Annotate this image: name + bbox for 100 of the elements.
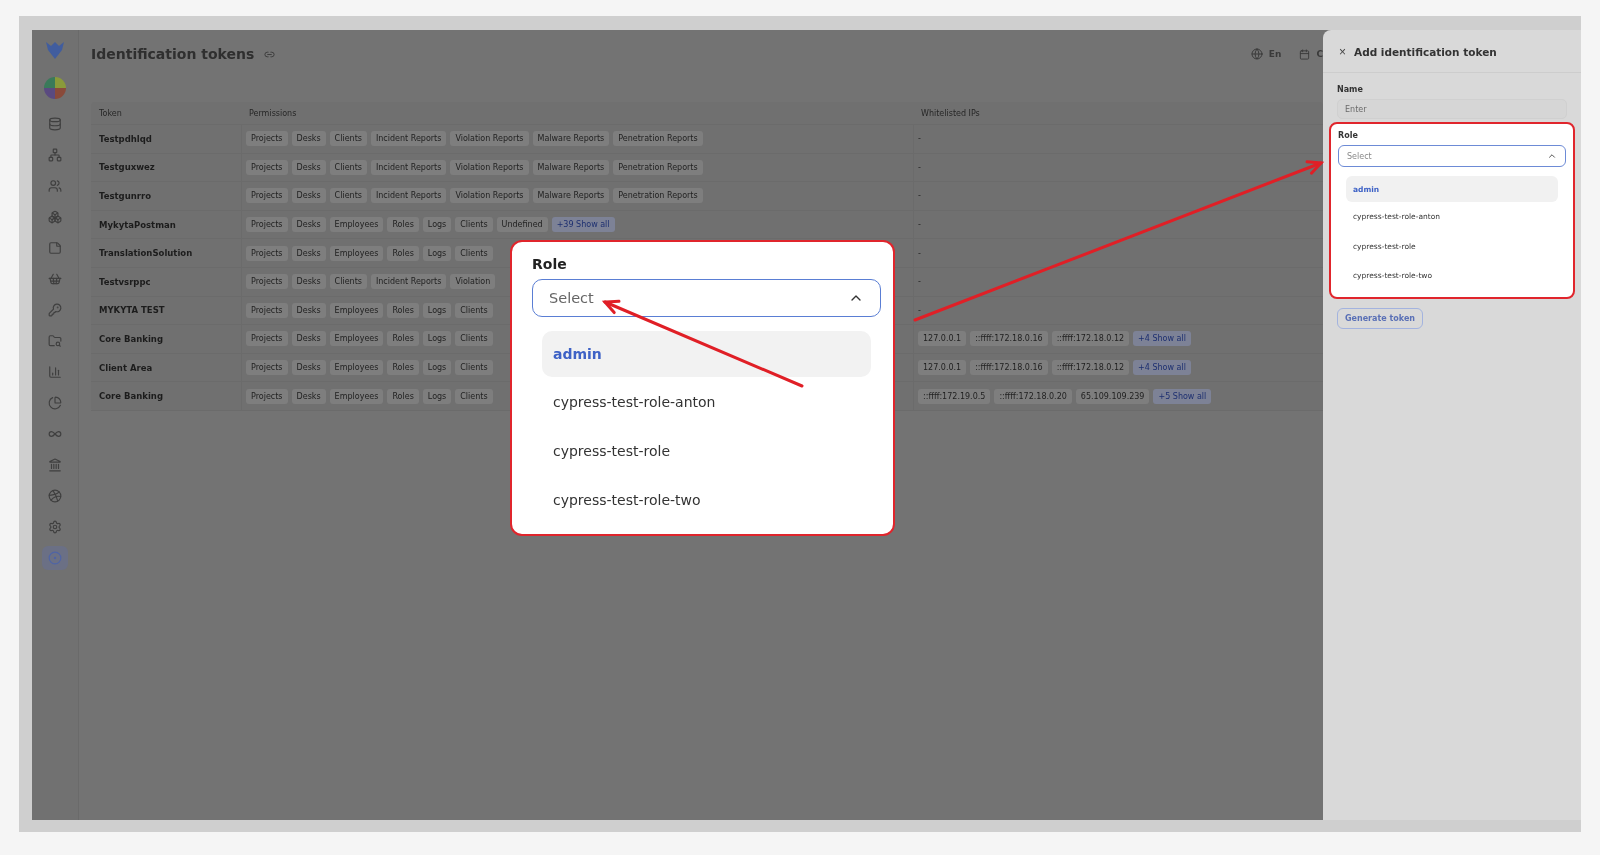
permission-tag: Employees bbox=[329, 302, 384, 318]
ip-tag: ::ffff:172.18.0.12 bbox=[1051, 331, 1130, 347]
role-select[interactable]: Select bbox=[532, 279, 881, 317]
show-all-link[interactable]: +5 Show all bbox=[1153, 388, 1212, 404]
permission-tag: Logs bbox=[422, 302, 452, 318]
permission-tag: Projects bbox=[246, 245, 288, 261]
permission-tag: Penetration Reports bbox=[613, 131, 703, 147]
permission-tag: Roles bbox=[387, 245, 419, 261]
circle-dot-icon bbox=[48, 551, 62, 565]
ip-value: - bbox=[918, 220, 921, 230]
globe-icon[interactable] bbox=[1250, 48, 1263, 60]
permission-tag: Desks bbox=[291, 245, 326, 261]
permission-tag: Clients bbox=[329, 159, 367, 175]
permission-tag: Malware Reports bbox=[532, 188, 610, 204]
permission-tag: Clients bbox=[329, 188, 367, 204]
permission-tag: Clients bbox=[455, 331, 493, 347]
close-button[interactable]: × bbox=[1339, 45, 1346, 59]
ip-value: - bbox=[918, 162, 921, 172]
permission-tag: Projects bbox=[246, 188, 288, 204]
permission-tag: Incident Reports bbox=[370, 131, 447, 147]
generate-token-button[interactable]: Generate token bbox=[1337, 307, 1424, 329]
permission-tag: Penetration Reports bbox=[613, 159, 703, 175]
token-name: Testvsrppc bbox=[98, 276, 152, 287]
ip-tag: ::ffff:172.18.0.16 bbox=[970, 360, 1048, 376]
permission-tag: Violation Reports bbox=[450, 159, 529, 175]
column-header: Permissions bbox=[248, 108, 298, 118]
role-option[interactable]: cypress-test-role bbox=[542, 426, 871, 475]
role-select[interactable]: Select bbox=[1338, 145, 1566, 167]
permission-tag: Roles bbox=[387, 388, 419, 404]
role-option[interactable]: cypress-test-role-anton bbox=[542, 377, 871, 426]
permission-tag: Projects bbox=[246, 302, 288, 318]
avatar-icon bbox=[44, 77, 66, 99]
column-header: Token bbox=[98, 108, 123, 118]
permission-tag: Malware Reports bbox=[532, 159, 610, 175]
permission-tag: Logs bbox=[422, 217, 452, 233]
key-icon bbox=[48, 303, 62, 317]
permission-tag: Projects bbox=[246, 159, 288, 175]
permission-tag: Roles bbox=[387, 331, 419, 347]
permission-tag: Desks bbox=[291, 188, 326, 204]
bank-icon bbox=[48, 458, 62, 472]
permission-tag: Clients bbox=[455, 360, 493, 376]
token-name: Testpdhlqd bbox=[98, 133, 153, 144]
permission-tag: Undefined bbox=[496, 217, 548, 233]
name-input[interactable]: Enter bbox=[1337, 99, 1567, 119]
ip-value: - bbox=[918, 277, 921, 287]
permission-tag: Projects bbox=[246, 274, 288, 290]
permission-tag: Penetration Reports bbox=[613, 188, 703, 204]
show-all-link[interactable]: +39 Show all bbox=[551, 217, 615, 233]
permission-tag: Logs bbox=[422, 245, 452, 261]
ball-icon bbox=[48, 489, 62, 503]
permission-tag: Employees bbox=[329, 331, 384, 347]
permission-tag: Roles bbox=[387, 217, 419, 233]
ip-tag: ::ffff:172.19.0.5 bbox=[918, 388, 991, 404]
basket-icon bbox=[48, 272, 62, 286]
permission-tag: Employees bbox=[329, 388, 384, 404]
permission-tag: Projects bbox=[246, 360, 288, 376]
role-option[interactable]: cypress-test-role-two bbox=[542, 475, 871, 524]
permission-tag: Incident Reports bbox=[370, 159, 447, 175]
page-title: Identification tokens bbox=[91, 46, 255, 62]
permission-tag: Desks bbox=[291, 302, 326, 318]
permission-tag: Logs bbox=[422, 331, 452, 347]
permission-tag: Desks bbox=[291, 360, 326, 376]
ip-value: - bbox=[918, 191, 921, 201]
show-all-link[interactable]: +4 Show all bbox=[1133, 331, 1191, 347]
token-name: MYKYTA TEST bbox=[98, 305, 166, 316]
drawer-title: Add identification token bbox=[1354, 46, 1497, 58]
ip-tag: 65.109.109.239 bbox=[1075, 388, 1150, 404]
folder-search-icon bbox=[48, 334, 62, 348]
ip-tag: ::ffff:172.18.0.16 bbox=[970, 331, 1048, 347]
token-name: TranslationSolution bbox=[98, 248, 194, 259]
token-name: Client Area bbox=[98, 362, 154, 373]
permission-tag: Desks bbox=[291, 159, 326, 175]
permission-tag: Violation Reports bbox=[450, 131, 529, 147]
permission-tag: Violation bbox=[450, 274, 496, 290]
permission-tag: Violation Reports bbox=[450, 188, 529, 204]
network-icon bbox=[48, 148, 62, 162]
permission-tag: Clients bbox=[455, 302, 493, 318]
token-name: Testguxwez bbox=[98, 162, 156, 173]
permission-tag: Desks bbox=[291, 217, 326, 233]
permission-tag: Roles bbox=[387, 360, 419, 376]
sidebar-item[interactable] bbox=[42, 546, 68, 570]
database-icon bbox=[48, 117, 62, 131]
role-option[interactable]: admin bbox=[542, 331, 871, 377]
show-all-link[interactable]: +4 Show all bbox=[1133, 360, 1191, 376]
permission-tag: Incident Reports bbox=[370, 188, 447, 204]
ip-tag: 127.0.0.1 bbox=[918, 360, 967, 376]
boxes-icon bbox=[48, 210, 62, 224]
pie-chart-icon bbox=[48, 396, 62, 410]
permission-tag: Logs bbox=[422, 360, 452, 376]
permission-tag: Projects bbox=[246, 131, 288, 147]
permission-tag: Clients bbox=[329, 131, 367, 147]
ip-value: - bbox=[918, 134, 921, 144]
users-icon bbox=[48, 179, 62, 193]
permission-tag: Projects bbox=[246, 331, 288, 347]
field-label: Role bbox=[532, 256, 568, 272]
permission-tag: Incident Reports bbox=[370, 274, 447, 290]
permission-tag: Desks bbox=[291, 388, 326, 404]
calendar-icon[interactable] bbox=[1299, 48, 1311, 60]
permission-tag: Roles bbox=[387, 302, 419, 318]
settings-icon bbox=[48, 520, 62, 534]
